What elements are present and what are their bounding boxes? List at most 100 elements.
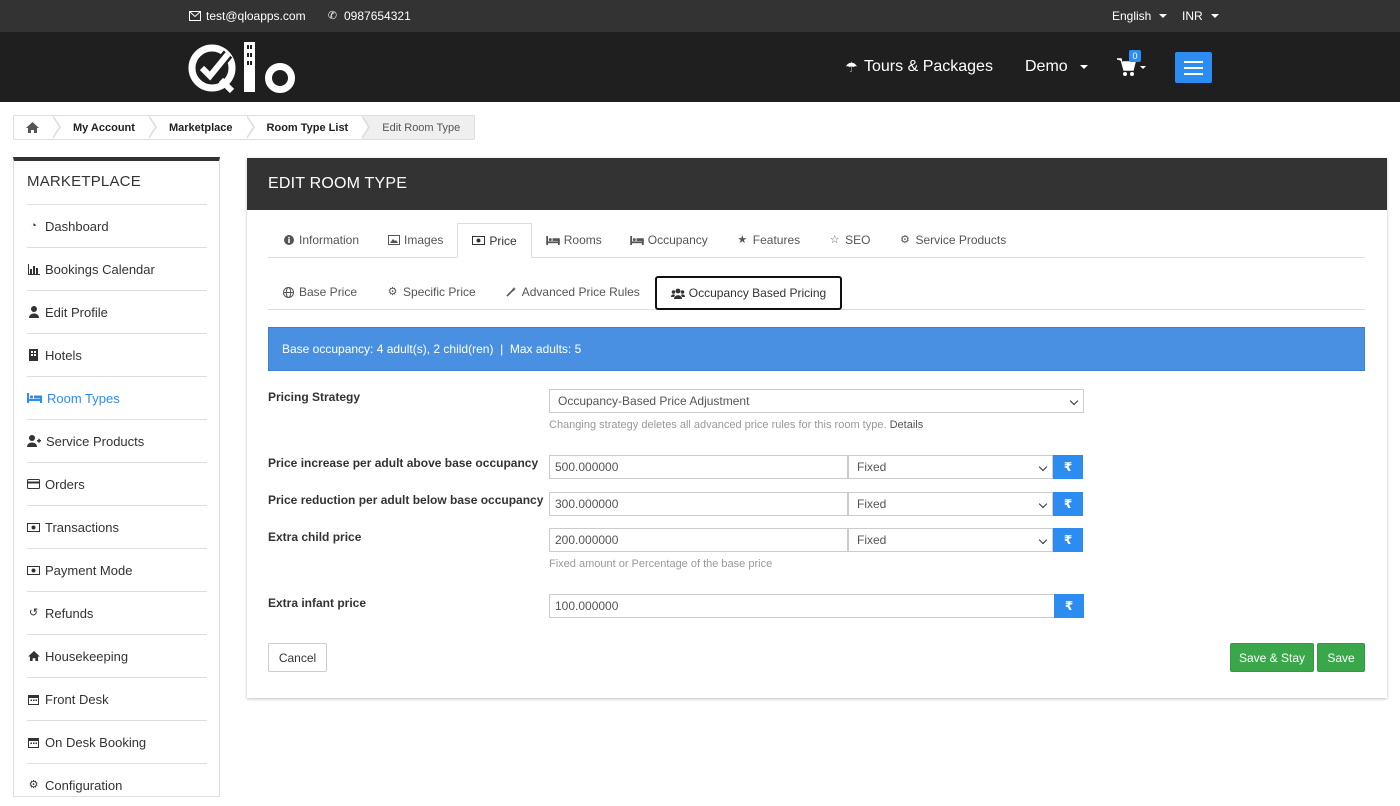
breadcrumb-label: My Account — [73, 121, 135, 134]
adult-increase-label: Price increase per adult above base occu… — [268, 456, 539, 470]
adult-increase-input[interactable]: 500.000000 — [549, 455, 848, 479]
sidebar-item-payment-mode[interactable]: Payment Mode — [27, 548, 207, 591]
subtab-label: Advanced Price Rules — [521, 285, 640, 299]
sidebar-item-label: Housekeeping — [45, 648, 129, 664]
extra-infant-input[interactable]: 100.000000 — [549, 594, 1055, 618]
subtab-label: Specific Price — [403, 285, 476, 299]
breadcrumb-current: Edit Room Type — [362, 116, 475, 139]
sidebar-item-service-products[interactable]: Service Products — [27, 419, 207, 462]
sidebar-item-refunds[interactable]: ↺ Refunds — [27, 591, 207, 634]
sidebar-item-room-types[interactable]: Room Types — [27, 376, 207, 419]
type-value: Fixed — [857, 497, 887, 511]
chevron-down-icon — [1038, 499, 1048, 509]
occupancy-info-alert: Base occupancy: 4 adult(s), 2 child(ren)… — [268, 327, 1365, 371]
contact-phone[interactable]: ✆ 0987654321 — [326, 9, 411, 23]
breadcrumb-home[interactable] — [14, 115, 61, 139]
save-button[interactable]: Save — [1317, 643, 1365, 672]
pricing-strategy-select[interactable]: Occupancy-Based Price Adjustment — [549, 389, 1084, 413]
main-tabs: Information Images Price Rooms Occupancy… — [268, 223, 1365, 258]
qlo-logo[interactable] — [188, 42, 298, 94]
star-outline-icon: ☆ — [829, 233, 840, 246]
adult-reduction-label: Price reduction per adult below base occ… — [268, 493, 544, 507]
sidebar-item-edit-profile[interactable]: Edit Profile — [27, 290, 207, 333]
hamburger-menu-button[interactable] — [1175, 52, 1212, 83]
bed-icon — [630, 234, 644, 247]
tab-images[interactable]: Images — [373, 223, 457, 257]
user-plus-icon — [27, 435, 41, 448]
currency-addon: ₹ — [1053, 528, 1083, 552]
bed-icon — [27, 392, 42, 405]
details-link[interactable]: Details — [890, 419, 924, 431]
sidebar-item-orders[interactable]: Orders — [27, 462, 207, 505]
subtab-occupancy-based-pricing[interactable]: Occupancy Based Pricing — [654, 276, 843, 310]
save-and-stay-button[interactable]: Save & Stay — [1230, 643, 1314, 672]
adult-increase-type-select[interactable]: Fixed — [848, 455, 1053, 479]
phone-text: 0987654321 — [344, 9, 411, 23]
tab-occupancy[interactable]: Occupancy — [616, 223, 722, 257]
sidebar-item-dashboard[interactable]: ◔ Dashboard — [27, 204, 207, 247]
hamburger-bar — [1184, 61, 1203, 63]
caret-down-icon — [1079, 65, 1088, 69]
language-dropdown[interactable]: English — [1112, 9, 1168, 23]
adult-reduction-input[interactable]: 300.000000 — [549, 492, 848, 516]
tab-label: Occupancy — [647, 233, 708, 247]
breadcrumb-room-type-list[interactable]: Room Type List — [247, 115, 371, 139]
type-value: Fixed — [857, 533, 887, 547]
cogs-icon: ⚙ — [387, 285, 398, 298]
users-icon — [670, 287, 685, 300]
tab-seo[interactable]: ☆ SEO — [814, 223, 884, 257]
calendar-icon — [27, 736, 40, 749]
adult-reduction-type-select[interactable]: Fixed — [848, 492, 1053, 516]
gear-icon: ⚙ — [28, 778, 39, 791]
chevron-down-icon — [1038, 535, 1048, 545]
currency-addon: ₹ — [1054, 594, 1084, 618]
tab-information[interactable]: Information — [268, 223, 373, 257]
caret-down-icon — [1159, 14, 1168, 18]
breadcrumb-my-account[interactable]: My Account — [53, 115, 157, 139]
sidebar-item-label: Room Types — [47, 390, 120, 406]
sidebar-item-front-desk[interactable]: Front Desk — [27, 677, 207, 720]
cancel-button[interactable]: Cancel — [268, 643, 327, 672]
caret-down-icon — [1210, 14, 1219, 18]
tab-features[interactable]: ★ Features — [722, 223, 814, 257]
subtab-base-price[interactable]: Base Price — [268, 275, 371, 309]
sidebar-item-transactions[interactable]: Transactions — [27, 505, 207, 548]
currency-dropdown[interactable]: INR — [1182, 9, 1219, 23]
panel-title: EDIT ROOM TYPE — [247, 158, 1387, 210]
account-dropdown[interactable]: Demo — [1025, 58, 1088, 76]
price-subtabs: Base Price ⚙ Specific Price Advanced Pric… — [268, 275, 1365, 310]
extra-child-input[interactable]: 200.000000 — [549, 528, 848, 552]
breadcrumb-marketplace[interactable]: Marketplace — [149, 115, 255, 139]
tab-label: Information — [299, 233, 360, 247]
sidebar-item-configuration[interactable]: ⚙ Configuration — [27, 763, 207, 806]
subtab-advanced-price-rules[interactable]: Advanced Price Rules — [491, 275, 654, 309]
bed-icon — [545, 234, 560, 247]
sidebar-item-bookings-calendar[interactable]: Bookings Calendar — [27, 247, 207, 290]
sidebar-item-hotels[interactable]: Hotels — [27, 333, 207, 376]
subtab-specific-price[interactable]: ⚙ Specific Price — [372, 275, 490, 309]
umbrella-icon: ☂ — [845, 59, 858, 75]
tab-rooms[interactable]: Rooms — [532, 223, 616, 257]
edit-room-type-panel: EDIT ROOM TYPE Information Images Price … — [247, 158, 1387, 698]
home-icon — [27, 650, 40, 663]
sidebar-item-label: Hotels — [45, 347, 82, 363]
money-icon — [27, 521, 40, 534]
sidebar: MARKETPLACE ◔ Dashboard Bookings Calendar… — [13, 157, 220, 797]
home-icon — [26, 121, 39, 134]
tab-label: Price — [489, 233, 517, 248]
sidebar-item-label: Refunds — [45, 605, 94, 621]
extra-child-type-select[interactable]: Fixed — [848, 528, 1053, 552]
tab-service-products[interactable]: ⚙ Service Products — [884, 223, 1020, 257]
sidebar-item-label: Service Products — [46, 433, 145, 449]
contact-email[interactable]: test@qloapps.com — [188, 9, 306, 23]
cart-count-badge: 0 — [1129, 50, 1141, 62]
tours-packages-link[interactable]: ☂ Tours & Packages — [845, 58, 993, 76]
breadcrumb-label: Marketplace — [168, 121, 233, 134]
sidebar-item-on-desk-booking[interactable]: On Desk Booking — [27, 720, 207, 763]
sidebar-item-label: Edit Profile — [45, 304, 108, 320]
tours-label: Tours & Packages — [864, 58, 993, 75]
extra-child-help: Fixed amount or Percentage of the base p… — [549, 558, 773, 570]
breadcrumb: My Account Marketplace Room Type List Ed… — [13, 115, 476, 140]
tab-price[interactable]: Price — [457, 223, 532, 258]
sidebar-item-housekeeping[interactable]: Housekeeping — [27, 634, 207, 677]
